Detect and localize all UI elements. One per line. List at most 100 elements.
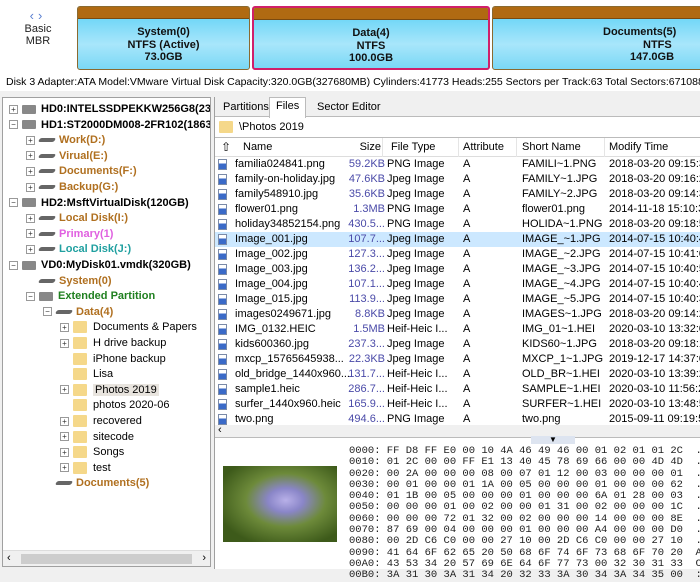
expand-icon[interactable]: + — [9, 104, 18, 114]
tree-node[interactable]: iPhone backup — [73, 351, 166, 367]
tree-node[interactable]: + Documents & Papers — [60, 319, 197, 335]
col-modify-time[interactable]: Modify Time — [605, 138, 700, 157]
expand-icon[interactable]: + — [26, 182, 35, 192]
expand-icon[interactable]: + — [60, 322, 69, 332]
scroll-right-icon[interactable]: › — [202, 552, 206, 564]
tree-node[interactable]: − Extended Partition — [26, 288, 155, 304]
tree-node-label: Data(4) — [76, 305, 114, 318]
file-row[interactable]: Image_015.jpg 113.9... Jpeg Image A IMAGE_~5… — [215, 292, 700, 307]
collapse-icon[interactable]: − — [9, 198, 18, 208]
tree-node[interactable]: + Work(D:) — [26, 132, 105, 148]
file-row[interactable]: kids600360.jpg 237.3... Jpeg Image A KIDS60~… — [215, 337, 700, 352]
up-folder-icon[interactable]: ⇧ — [221, 138, 231, 157]
partition-documents[interactable]: Documents(5) NTFS 147.0GB — [492, 6, 700, 70]
partition-system[interactable]: System(0) NTFS (Active) 73.0GB — [77, 6, 250, 70]
tree-node[interactable]: + H drive backup — [60, 335, 166, 351]
file-row[interactable]: family-on-holiday.jpg 47.6KB Jpeg Image A FA… — [215, 172, 700, 187]
file-row[interactable]: old_bridge_1440x960... 131.7... Heif-Heic … — [215, 367, 700, 382]
file-row[interactable]: IMG_0132.HEIC 1.5MB Heif-Heic I... A IMG_01~… — [215, 322, 700, 337]
file-row[interactable]: two.png 494.6... PNG Image Atwo.png 2015-09-… — [215, 412, 700, 425]
expand-icon[interactable]: + — [26, 244, 35, 254]
col-attribute[interactable]: Attribute — [459, 138, 517, 157]
cell-modify-time: 2014-07-15 10:40:52 — [609, 263, 700, 275]
tree-node[interactable]: + Documents(F:) — [26, 163, 137, 179]
file-row[interactable]: family548910.jpg 35.6KB Jpeg Image A FAMILY~… — [215, 187, 700, 202]
file-row[interactable]: Image_002.jpg 127.3... Jpeg Image A IMAGE_~2… — [215, 247, 700, 262]
cell-short-name: IMG_01~1.HEI — [522, 323, 596, 335]
list-horizontal-scrollbar[interactable]: ‹ — [215, 424, 700, 437]
expand-icon[interactable]: + — [60, 432, 69, 442]
tree-node[interactable]: − HD1:ST2000DM008-2FR102(1863GB) — [9, 117, 210, 133]
collapse-icon[interactable]: − — [9, 120, 18, 130]
expand-icon[interactable]: + — [60, 447, 69, 457]
cell-attribute: A — [463, 383, 471, 395]
tree-node[interactable]: − VD0:MyDisk01.vmdk(320GB) — [9, 257, 191, 273]
tree-node[interactable]: + Photos 2019 — [60, 382, 159, 398]
cell-attribute: A — [463, 413, 471, 425]
tree-node-label: Songs — [93, 446, 125, 459]
tree-node[interactable]: photos 2020-06 — [73, 397, 169, 413]
tree-node[interactable]: + Local Disk(I:) — [26, 210, 128, 226]
expand-icon[interactable]: + — [26, 213, 35, 223]
file-row[interactable]: mxcp_15765645938... 22.3KB Jpeg Image A MXCP… — [215, 352, 700, 367]
splitter-handle[interactable]: ▼ — [531, 436, 575, 444]
cell-size: 494.6... — [348, 413, 385, 425]
tree-horizontal-scrollbar[interactable]: ‹ › — [3, 550, 210, 566]
col-size[interactable]: Size — [343, 138, 385, 157]
tree-node[interactable]: + Backup(G:) — [26, 179, 118, 195]
file-row[interactable]: Image_004.jpg 107.1... Jpeg Image A IMAGE_~4… — [215, 277, 700, 292]
tree-node[interactable]: System(0) — [37, 273, 112, 289]
expand-icon[interactable]: + — [26, 229, 35, 239]
tree-node[interactable]: + test — [60, 460, 111, 476]
tree-node[interactable]: + Virual(E:) — [26, 148, 108, 164]
expand-icon[interactable]: + — [26, 166, 35, 176]
cell-size: 131.7... — [348, 368, 385, 380]
collapse-icon[interactable]: − — [26, 291, 35, 301]
image-file-icon — [218, 383, 227, 395]
file-row[interactable]: holiday34852154.png 430.5... PNG Image A HOL… — [215, 217, 700, 232]
tree-node[interactable]: + HD0:INTELSSDPEKKW256G8(238GB) — [9, 101, 210, 117]
file-row[interactable]: surfer_1440x960.heic 165.9... Heif-Heic I.… — [215, 397, 700, 412]
file-row[interactable]: flower01.png 1.3MB PNG Image Aflower01.png 2… — [215, 202, 700, 217]
file-row[interactable]: Image_003.jpg 136.2... Jpeg Image A IMAGE_~3… — [215, 262, 700, 277]
expand-icon[interactable]: + — [26, 151, 35, 161]
partition-data[interactable]: Data(4) NTFS 100.0GB — [252, 6, 490, 70]
tree-node-label: Photos 2019 — [93, 383, 159, 396]
cell-short-name: FAMILY~2.JPG — [522, 188, 598, 200]
expand-icon[interactable]: + — [60, 463, 69, 473]
collapse-icon[interactable]: − — [9, 260, 18, 270]
disk-map: ‹› Basic MBR System(0) NTFS (Active) 73.0G… — [0, 0, 700, 78]
expand-icon[interactable]: + — [60, 338, 69, 348]
tree-node[interactable]: Documents(5) — [54, 475, 149, 491]
hex-line: 00B0: 3A 31 30 3A 31 34 20 32 33 3A 30 3… — [349, 569, 700, 582]
back-arrow-icon[interactable]: ‹ — [30, 8, 38, 23]
collapse-icon[interactable]: − — [43, 307, 52, 317]
tree-node[interactable]: + Local Disk(J:) — [26, 241, 131, 257]
forward-arrow-icon[interactable]: › — [38, 8, 46, 23]
tree-node[interactable]: + Primary(1) — [26, 226, 113, 242]
tab-partitions[interactable]: Partitions — [217, 99, 275, 117]
file-row[interactable]: Image_001.jpg 107.7... Jpeg Image A IMAGE_~1… — [215, 232, 700, 247]
expand-icon[interactable]: + — [60, 416, 69, 426]
scroll-left-icon[interactable]: ‹ — [7, 552, 11, 564]
tree-node[interactable]: − HD2:MsftVirtualDisk(120GB) — [9, 195, 189, 211]
col-short-name[interactable]: Short Name — [518, 138, 605, 157]
tree-node[interactable]: + Songs — [60, 444, 124, 460]
file-row[interactable]: familia024841.png 59.2KB PNG Image A FAMILI~… — [215, 157, 700, 172]
col-file-type[interactable]: File Type — [387, 138, 459, 157]
file-row[interactable]: sample1.heic 286.7... Heif-Heic I... A SAMPL… — [215, 382, 700, 397]
cell-attribute: A — [463, 368, 471, 380]
tab-sector-editor[interactable]: Sector Editor — [311, 99, 387, 117]
scroll-left-icon[interactable]: ‹ — [218, 424, 222, 436]
tab-files[interactable]: Files — [269, 97, 307, 118]
image-file-icon — [218, 293, 227, 305]
tree-node[interactable]: + sitecode — [60, 429, 134, 445]
tree-node[interactable]: + recovered — [60, 413, 142, 429]
tree-node[interactable]: Lisa — [73, 366, 113, 382]
tree-node[interactable]: − Data(4) — [43, 304, 113, 320]
tree-node-label: VD0:MyDisk01.vmdk(320GB) — [41, 259, 191, 271]
file-row[interactable]: images0249671.jpg 8.8KB Jpeg Image A IMAGES~… — [215, 307, 700, 322]
expand-icon[interactable]: + — [26, 135, 35, 145]
expand-icon[interactable]: + — [60, 385, 69, 395]
volume-icon — [37, 153, 57, 158]
